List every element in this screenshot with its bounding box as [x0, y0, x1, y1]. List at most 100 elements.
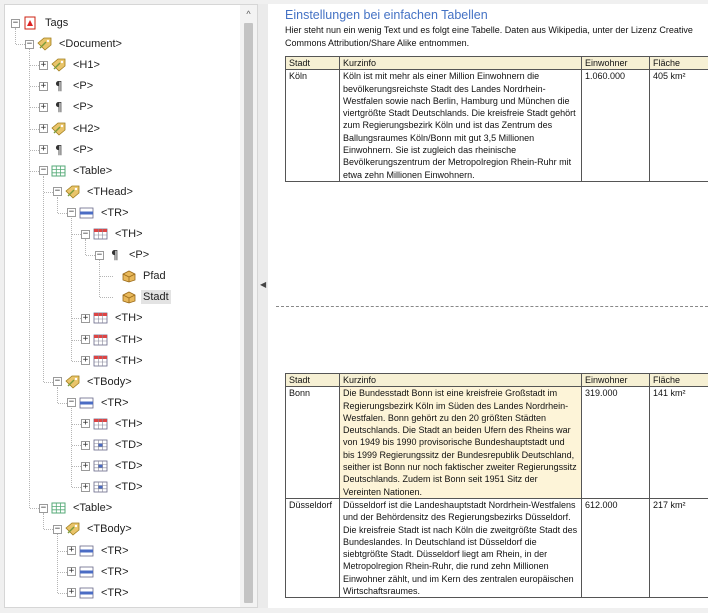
- tree-node-label: <TH>: [115, 312, 143, 325]
- tree-node[interactable]: − <Document>: [25, 34, 124, 54]
- svg-text:¶: ¶: [55, 79, 63, 93]
- collapse-toggle-icon[interactable]: −: [53, 377, 62, 387]
- table-header-row: Stadt Kurzinfo Einwohner Fläche: [285, 55, 708, 71]
- document-heading: Einstellungen bei einfachen Tabellen: [285, 8, 488, 22]
- scroll-up-arrow-icon[interactable]: ^: [240, 7, 257, 21]
- table-header-cell-icon: [93, 227, 109, 241]
- table-row-icon: [79, 586, 95, 600]
- tree-connector: [71, 407, 72, 488]
- collapse-toggle-icon[interactable]: −: [67, 398, 76, 408]
- tree-node-label: <P>: [73, 101, 94, 114]
- tree-node[interactable]: + <TD>: [81, 477, 145, 497]
- pane-splitter[interactable]: ◀: [258, 4, 268, 608]
- tree-node[interactable]: + <TR>: [67, 541, 131, 561]
- collapse-arrow-icon[interactable]: ◀: [260, 280, 266, 289]
- cities-table-1: Stadt Kurzinfo Einwohner Fläche Köln Köl…: [285, 55, 708, 182]
- tree-node[interactable]: − <TBody>: [53, 372, 134, 392]
- collapse-toggle-icon[interactable]: −: [53, 187, 62, 197]
- table-row: Köln Köln ist mit mehr als einer Million…: [285, 69, 708, 182]
- tree-node[interactable]: − <TR>: [67, 203, 131, 223]
- tree-node[interactable]: + ¶ <P>: [39, 140, 95, 160]
- collapse-toggle-icon[interactable]: −: [81, 229, 90, 239]
- tree-node[interactable]: − <Table>: [39, 498, 114, 518]
- collapse-toggle-icon[interactable]: −: [95, 250, 104, 260]
- tree-node-label: <Table>: [73, 164, 113, 177]
- tree-connector: [43, 175, 44, 382]
- tree-node-label: <TR>: [101, 206, 129, 219]
- expand-toggle-icon[interactable]: +: [39, 102, 48, 112]
- table-row-icon: [79, 396, 95, 410]
- collapse-toggle-icon[interactable]: −: [11, 18, 20, 28]
- tree-node[interactable]: + <H1>: [39, 55, 102, 75]
- paragraph-icon: ¶: [51, 143, 67, 157]
- expand-toggle-icon[interactable]: +: [67, 567, 76, 577]
- tree-node[interactable]: + <TH>: [81, 308, 145, 328]
- header-cell: Kurzinfo: [339, 55, 582, 71]
- table-header-cell-icon: [93, 333, 109, 347]
- header-cell: Stadt: [285, 372, 340, 388]
- expand-toggle-icon[interactable]: +: [39, 145, 48, 155]
- svg-text:¶: ¶: [55, 100, 63, 114]
- tree-node[interactable]: − <TBody>: [53, 519, 134, 539]
- city-cell: Köln: [285, 69, 340, 182]
- tree-node[interactable]: Pfad: [121, 266, 168, 286]
- expand-toggle-icon[interactable]: +: [39, 124, 48, 133]
- tree-node[interactable]: + <TD>: [81, 456, 145, 476]
- table-header-row: Stadt Kurzinfo Einwohner Fläche: [285, 372, 708, 388]
- tree-node-label: <TD>: [115, 460, 143, 473]
- expand-toggle-icon[interactable]: +: [67, 588, 76, 598]
- expand-toggle-icon[interactable]: +: [81, 335, 90, 344]
- tree-node[interactable]: − <THead>: [53, 182, 135, 202]
- tree-node-label: <TBody>: [87, 523, 132, 536]
- tree-scrollbar[interactable]: ^: [240, 5, 257, 607]
- paragraph-icon: ¶: [51, 100, 67, 114]
- tree-node-label: <P>: [73, 80, 94, 93]
- tree-node[interactable]: + <TD>: [81, 435, 145, 455]
- tree-node[interactable]: + ¶ <P>: [39, 76, 95, 96]
- expand-toggle-icon[interactable]: +: [81, 461, 90, 471]
- tree-node-label: <THead>: [87, 185, 133, 198]
- table-row: Düsseldorf Düsseldorf ist die Landeshaup…: [285, 497, 708, 599]
- tree-node-label: <P>: [129, 249, 150, 262]
- tree-node[interactable]: − <TR>: [67, 393, 131, 413]
- header-cell: Kurzinfo: [339, 372, 582, 388]
- tree-node-label: <TBody>: [87, 375, 132, 388]
- tree-node[interactable]: + <TR>: [67, 562, 131, 582]
- tree-node[interactable]: − <Table>: [39, 161, 114, 181]
- tag-icon: [65, 375, 81, 389]
- tree-node[interactable]: + <TH>: [81, 414, 145, 434]
- tree-node-label: <H2>: [73, 122, 100, 135]
- tree-node-label: <TR>: [101, 544, 129, 557]
- expand-toggle-icon[interactable]: +: [39, 60, 48, 70]
- tree-node[interactable]: − <TH>: [81, 224, 145, 244]
- expand-toggle-icon[interactable]: +: [81, 482, 90, 492]
- tree-node[interactable]: + <TH>: [81, 351, 145, 371]
- tree-node[interactable]: Stadt: [121, 287, 171, 307]
- header-cell: Stadt: [285, 55, 340, 71]
- expand-toggle-icon[interactable]: +: [67, 546, 76, 555]
- tree-node-label: <TH>: [115, 228, 143, 240]
- city-cell: Düsseldorf: [285, 497, 340, 599]
- tree-node[interactable]: − Tags: [11, 13, 70, 33]
- header-cell: Einwohner: [581, 372, 650, 388]
- tree-node[interactable]: + <TR>: [67, 583, 131, 603]
- scrollbar-thumb[interactable]: [244, 23, 253, 603]
- expand-toggle-icon[interactable]: +: [81, 440, 90, 450]
- expand-toggle-icon[interactable]: +: [81, 419, 90, 429]
- expand-toggle-icon[interactable]: +: [39, 81, 48, 91]
- tree-connector: [57, 534, 58, 593]
- tree-connector: [99, 260, 100, 298]
- expand-toggle-icon[interactable]: +: [81, 356, 90, 366]
- collapse-toggle-icon[interactable]: −: [67, 208, 76, 218]
- table-cell-icon: [93, 459, 109, 473]
- tree-node[interactable]: + <TH>: [81, 330, 145, 350]
- table-icon: [51, 501, 67, 515]
- tree-node[interactable]: + ¶ <P>: [39, 97, 95, 117]
- tree-node[interactable]: − ¶ <P>: [95, 245, 151, 265]
- collapse-toggle-icon[interactable]: −: [25, 39, 34, 49]
- tree-node[interactable]: + <H2>: [39, 119, 102, 139]
- expand-toggle-icon[interactable]: +: [81, 313, 90, 323]
- collapse-toggle-icon[interactable]: −: [39, 503, 48, 513]
- collapse-toggle-icon[interactable]: −: [53, 524, 62, 534]
- collapse-toggle-icon[interactable]: −: [39, 166, 48, 176]
